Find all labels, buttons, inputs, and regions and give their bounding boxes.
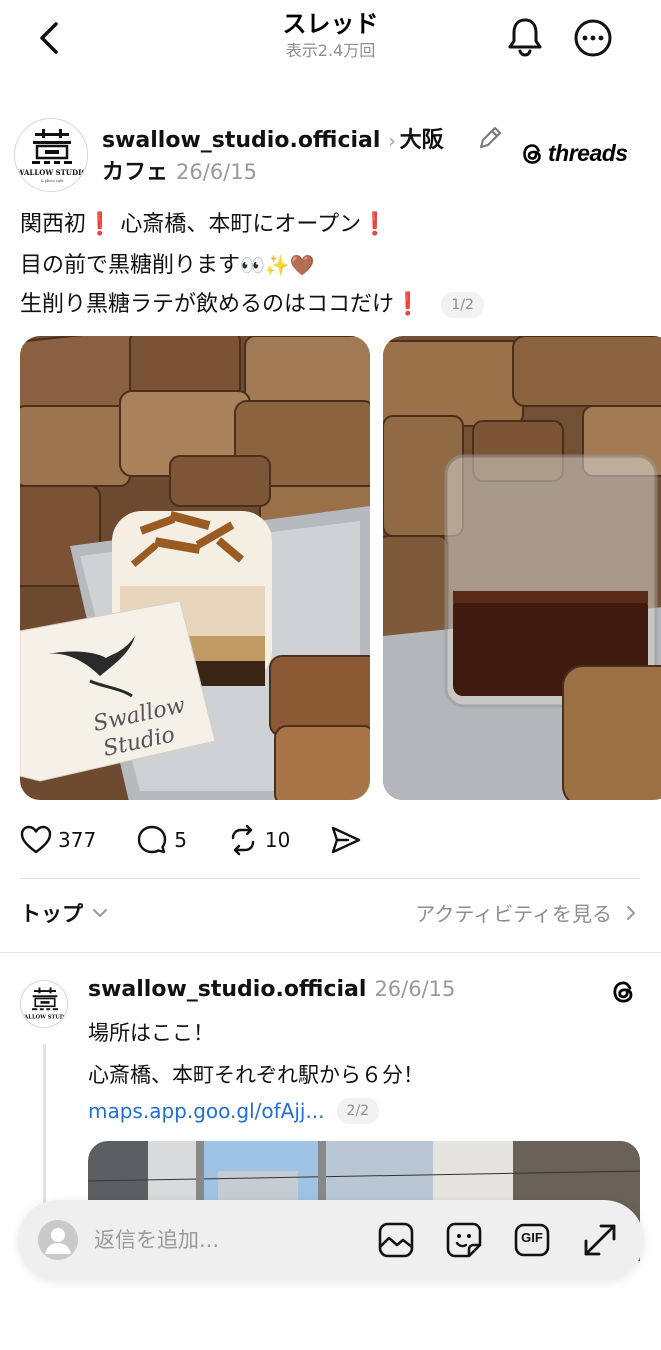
post-actions-bar: 377 5 10 <box>20 820 408 860</box>
view-count: 表示2.4万回 <box>285 41 376 60</box>
eyes-emoji: 👀 <box>240 253 265 277</box>
svg-text:WALLOW STUDIO: WALLOW STUDIO <box>16 168 88 177</box>
divider <box>20 878 640 879</box>
exclamation-emoji: ❗ <box>394 292 422 317</box>
header-title-group: スレッド 表示2.4万回 <box>0 8 661 62</box>
reply-composer: GIF <box>18 1200 644 1280</box>
post-line-3: 生削り黒糖ラテが飲めるのはココだけ❗ 1/2 <box>20 285 484 325</box>
chevron-right-icon <box>627 905 635 920</box>
reply-author-line: swallow_studio.official 26/6/15 <box>88 977 455 1002</box>
reply-counter-badge: 2/2 <box>336 1098 380 1124</box>
maps-link[interactable]: maps.app.goo.gl/ofAjj... <box>88 1099 325 1123</box>
chevron-right-icon: › <box>388 131 396 152</box>
reply-username[interactable]: swallow_studio.official <box>88 977 366 1002</box>
chevron-down-icon <box>93 909 107 917</box>
threads-wordmark: threads <box>548 140 628 166</box>
image-icon <box>378 1222 414 1258</box>
post-line-2: 目の前で黒糖削ります👀✨🤎 <box>20 245 484 285</box>
sort-dropdown[interactable]: トップ <box>20 898 111 928</box>
repost-icon <box>231 824 255 856</box>
reply-count: 5 <box>174 828 187 852</box>
svg-text:& photo cafe: & photo cafe <box>41 179 64 183</box>
post-body: 関西初❗ 心斎橋、本町にオープン❗ 目の前で黒糖削ります👀✨🤎 生削り黒糖ラテが… <box>20 205 484 325</box>
comment-icon <box>137 825 167 854</box>
edit-topic-button[interactable] <box>476 124 504 152</box>
post-date: 26/6/15 <box>176 160 257 184</box>
sort-label: トップ <box>20 902 83 926</box>
more-options-button[interactable] <box>573 18 613 58</box>
repost-count: 10 <box>264 828 291 852</box>
page-title: スレッド <box>282 10 379 38</box>
current-user-avatar <box>38 1220 78 1260</box>
sticker-icon <box>446 1222 482 1258</box>
gif-label: GIF <box>521 1230 543 1245</box>
glass-with-syrup-photo <box>383 336 661 800</box>
post-line-2-text: 目の前で黒糖削ります <box>20 253 241 278</box>
brown-heart-emoji: 🤎 <box>289 253 315 277</box>
threads-brand: threads <box>520 140 628 167</box>
pencil-icon <box>480 127 501 148</box>
reply-link-row: maps.app.goo.gl/ofAjj... 2/2 <box>88 1098 380 1124</box>
post-topic-date-line: カフェ 26/6/15 <box>102 154 257 186</box>
topic-tag-part1[interactable]: 大阪 <box>400 128 444 153</box>
expand-icon <box>584 1224 616 1256</box>
view-activity-link[interactable]: アクティビティを見る <box>415 898 642 927</box>
threads-logo-icon <box>523 143 541 164</box>
attach-image-button[interactable] <box>376 1220 416 1260</box>
notifications-button[interactable] <box>505 16 545 58</box>
image-counter-badge: 1/2 <box>441 292 484 318</box>
post-author-line: swallow_studio.official › 大阪 <box>102 122 444 154</box>
expand-composer-button[interactable] <box>580 1220 620 1260</box>
more-icon <box>574 19 612 57</box>
replies-sort-row: トップ アクティビティを見る <box>20 898 642 934</box>
threads-logo-icon <box>613 981 633 1003</box>
section-divider <box>0 952 661 953</box>
reply-line-1: 場所はここ！ <box>88 1021 214 1045</box>
swallow-studio-logo: WALLOW STUDIO & photo cafe <box>15 119 88 191</box>
reply-threads-badge <box>610 978 638 1006</box>
exclamation-emoji: ❗ <box>361 212 389 237</box>
post-line-1: 関西初❗ 心斎橋、本町にオープン❗ <box>20 205 484 245</box>
topic-tag-part2[interactable]: カフェ <box>102 160 168 185</box>
view-activity-label: アクティビティを見る <box>415 902 612 926</box>
share-button[interactable] <box>330 824 368 856</box>
sticker-button[interactable] <box>444 1220 484 1260</box>
gif-button[interactable]: GIF <box>512 1220 552 1260</box>
user-avatar-icon <box>38 1220 78 1260</box>
svg-text:WALLOW STUDIO: WALLOW STUDIO <box>21 1015 68 1021</box>
bell-icon <box>508 18 542 57</box>
reply-author-avatar[interactable]: WALLOW STUDIO <box>20 980 68 1028</box>
thread-connector-line <box>43 1044 46 1204</box>
post-line-3-text: 生削り黒糖ラテが飲めるのはココだけ <box>20 292 395 317</box>
reply-button[interactable]: 5 <box>136 824 187 856</box>
post-username[interactable]: swallow_studio.official <box>102 128 380 153</box>
swallow-studio-logo-small: WALLOW STUDIO <box>21 981 68 1027</box>
post-photo-1[interactable]: Swallow Studio <box>20 336 370 800</box>
post-line-1-text-b: 心斎橋、本町にオープン <box>120 212 362 237</box>
app-header: スレッド 表示2.4万回 <box>0 0 661 80</box>
reply-date: 26/6/15 <box>374 977 456 1001</box>
like-count: 377 <box>58 828 97 852</box>
reply-input[interactable] <box>94 1220 364 1260</box>
latte-with-sugar-photo: Swallow Studio <box>20 336 370 800</box>
like-button[interactable]: 377 <box>20 825 96 855</box>
author-avatar[interactable]: WALLOW STUDIO & photo cafe <box>14 118 88 192</box>
reply-body: 場所はここ！ 心斎橋、本町それぞれ駅から６分！ <box>88 1012 424 1096</box>
share-icon <box>332 826 361 854</box>
reply-line-2: 心斎橋、本町それぞれ駅から６分！ <box>88 1063 424 1087</box>
post-photo-2[interactable] <box>383 336 661 800</box>
repost-button[interactable]: 10 <box>227 824 290 856</box>
heart-icon <box>20 825 52 854</box>
sparkles-emoji: ✨ <box>264 253 290 277</box>
post-line-1-text-a: 関西初 <box>20 212 87 237</box>
exclamation-emoji: ❗ <box>86 212 114 237</box>
